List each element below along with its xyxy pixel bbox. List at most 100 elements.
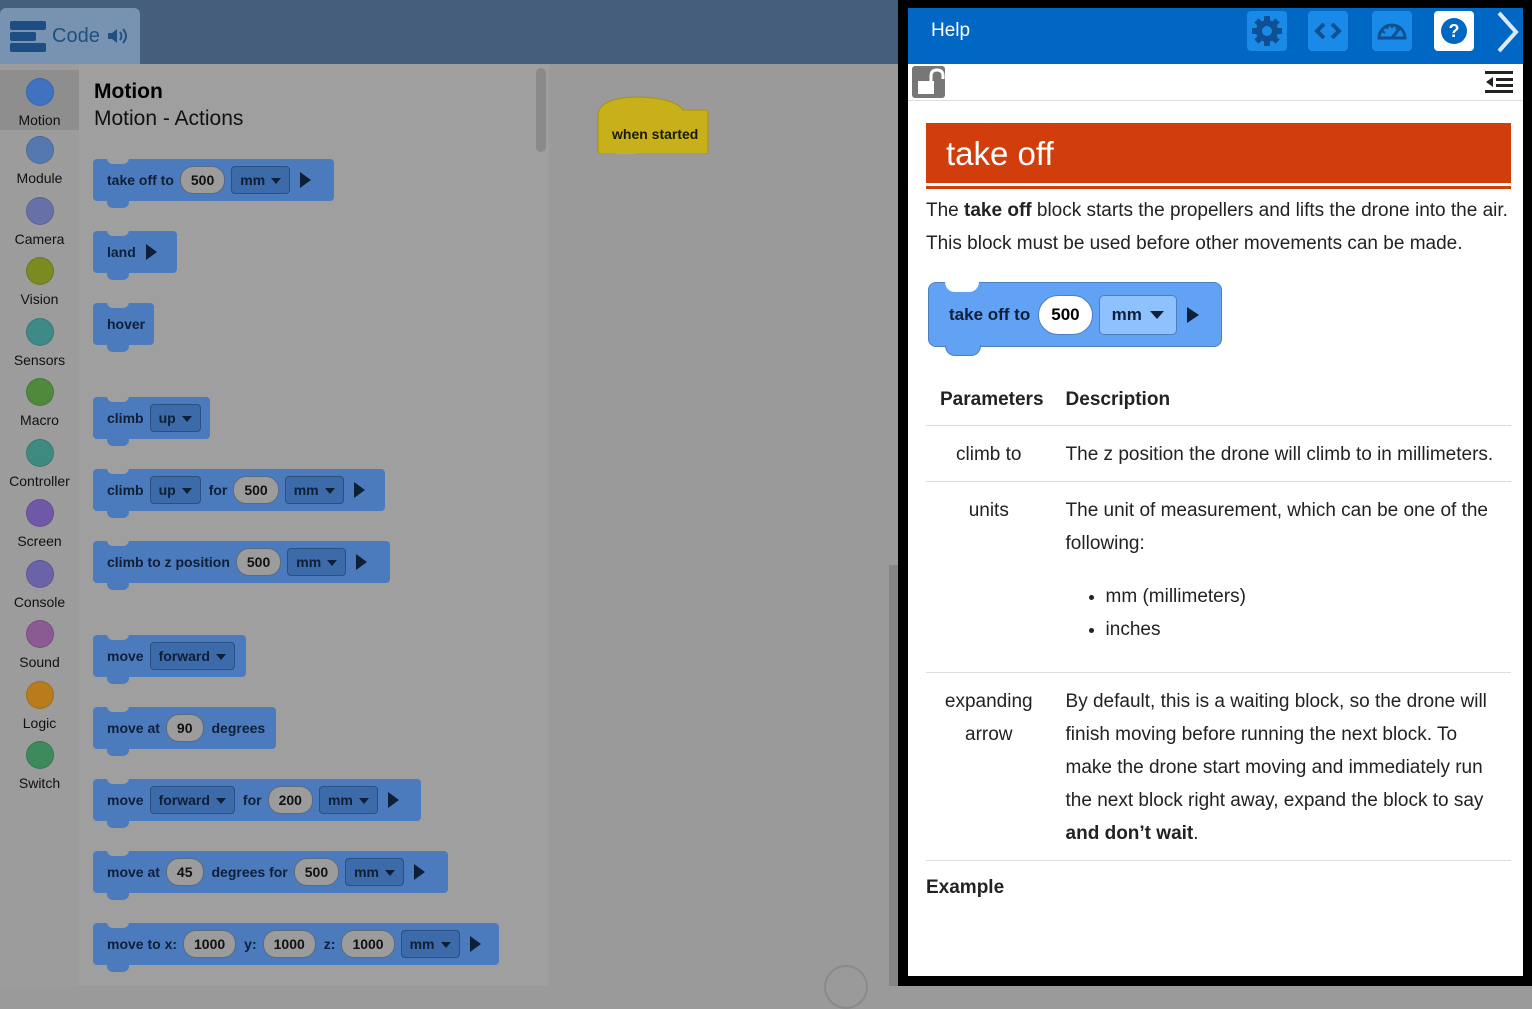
speaker-icon[interactable] <box>106 26 128 46</box>
question-icon: ? <box>1441 18 1467 44</box>
move-for-block[interactable]: move forward for 200 mm <box>93 778 421 828</box>
block-text: y: <box>244 936 257 952</box>
table-row: expanding arrow By default, this is a wa… <box>926 672 1511 861</box>
expand-arrow-icon[interactable] <box>356 554 368 570</box>
expand-arrow-icon[interactable] <box>145 244 157 260</box>
zoom-in-button[interactable] <box>824 965 868 1009</box>
move-at-for-block[interactable]: move at 45 degrees for 500 mm <box>93 850 448 900</box>
direction-dropdown[interactable]: up <box>149 404 201 432</box>
help-header: Help ? <box>908 8 1523 64</box>
category-macro[interactable]: Macro <box>0 378 79 428</box>
category-dot <box>25 257 54 285</box>
move-to-block[interactable]: move to x: 1000 y: 1000 z: 1000 mm <box>93 922 499 972</box>
code-view-button[interactable] <box>1308 11 1348 51</box>
category-module[interactable]: Module <box>0 136 79 186</box>
y-input[interactable]: 1000 <box>262 930 316 958</box>
units-dropdown[interactable]: mm <box>400 930 460 958</box>
settings-button[interactable] <box>1247 11 1287 51</box>
caret-down-icon <box>358 798 369 805</box>
direction-dropdown[interactable]: forward <box>149 642 235 670</box>
x-input[interactable]: 1000 <box>183 930 237 958</box>
help-intro: The take off block starts the propellers… <box>926 194 1511 260</box>
distance-input[interactable]: 200 <box>267 786 313 814</box>
units-dropdown[interactable]: mm <box>284 476 344 504</box>
expand-arrow-icon[interactable] <box>353 482 365 498</box>
description-header: Description <box>1051 379 1511 426</box>
distance-input[interactable]: 500 <box>233 476 279 504</box>
distance-input[interactable]: 500 <box>179 166 226 194</box>
degrees-input[interactable]: 45 <box>165 858 204 886</box>
category-label: Macro <box>20 412 59 428</box>
category-switch[interactable]: Switch <box>0 741 79 791</box>
category-logic[interactable]: Logic <box>0 681 79 731</box>
degrees-input[interactable]: 90 <box>165 714 204 742</box>
units-dropdown[interactable]: mm <box>345 858 405 886</box>
land-block[interactable]: land <box>93 230 177 280</box>
block-text: z: <box>323 936 336 952</box>
when-started-block[interactable] <box>597 96 709 154</box>
param-description-text: The unit of measurement, which can be on… <box>1065 500 1489 554</box>
dropdown-value: up <box>158 410 176 426</box>
category-controller[interactable]: Controller <box>0 439 79 489</box>
z-input[interactable]: 1000 <box>341 930 395 958</box>
dashboard-button[interactable] <box>1372 11 1412 51</box>
units-dropdown[interactable]: mm <box>318 786 378 814</box>
category-label: Vision <box>20 291 59 307</box>
unlock-button[interactable] <box>912 66 945 98</box>
climb-to-z-block[interactable]: climb to z position 500 mm <box>93 540 390 590</box>
help-title: Help <box>931 20 971 41</box>
flyout-title: Motion <box>94 80 163 103</box>
caret-down-icon <box>181 416 192 423</box>
param-name: expanding arrow <box>926 672 1052 861</box>
expand-arrow-icon[interactable] <box>469 936 481 952</box>
category-label: Sensors <box>13 352 66 368</box>
caret-down-icon <box>324 488 335 495</box>
category-label: Motion <box>18 112 61 128</box>
caret-down-icon <box>385 870 396 877</box>
code-tab[interactable]: Code <box>0 8 140 64</box>
climb-for-block[interactable]: climb up for 500 mm <box>93 468 385 518</box>
expand-arrow-icon[interactable] <box>300 172 312 188</box>
block-text: for <box>242 792 262 808</box>
dropdown-value: mm <box>293 482 319 498</box>
direction-dropdown[interactable]: up <box>149 476 201 504</box>
workspace-canvas[interactable] <box>549 64 898 986</box>
category-dot <box>25 78 54 106</box>
distance-input[interactable]: 500 <box>293 858 340 886</box>
z-position-input[interactable]: 500 <box>235 548 282 576</box>
flyout-scrollbar[interactable] <box>536 68 546 152</box>
category-sound[interactable]: Sound <box>0 620 79 670</box>
expand-arrow-icon[interactable] <box>387 792 399 808</box>
category-sensors[interactable]: Sensors <box>0 318 79 368</box>
dropdown-value: mm <box>1111 304 1142 324</box>
direction-dropdown[interactable]: forward <box>149 786 235 814</box>
category-sidebar: Motion Module Camera Vision Sensors Macr… <box>0 64 79 986</box>
workspace-scrollbar[interactable] <box>889 565 898 986</box>
collapse-menu-icon[interactable] <box>1485 70 1513 94</box>
parameters-table: Parameters Description climb to The z po… <box>926 379 1511 861</box>
dropdown-value: forward <box>158 648 210 664</box>
units-dropdown[interactable]: mm <box>287 548 347 576</box>
move-at-block[interactable]: move at 90 degrees <box>93 706 276 756</box>
code-tab-label: Code <box>52 24 100 47</box>
category-vision[interactable]: Vision <box>0 257 79 307</box>
climb-block[interactable]: climb up <box>93 396 210 446</box>
take-off-block[interactable]: take off to 500 mm <box>93 158 334 208</box>
category-motion[interactable]: Motion <box>0 70 79 130</box>
param-description: The z position the drone will climb to i… <box>1051 425 1511 482</box>
category-console[interactable]: Console <box>0 560 79 610</box>
category-label: Console <box>13 594 66 610</box>
category-screen[interactable]: Screen <box>0 499 79 549</box>
hover-block[interactable]: hover <box>93 302 154 352</box>
category-camera[interactable]: Camera <box>0 197 79 247</box>
parameters-header: Parameters <box>926 379 1052 426</box>
expand-arrow-icon[interactable] <box>414 864 426 880</box>
units-dropdown[interactable]: mm <box>231 166 291 194</box>
table-header-row: Parameters Description <box>926 379 1511 426</box>
help-button[interactable]: ? <box>1434 11 1474 51</box>
category-dot <box>25 560 54 588</box>
block-text: for <box>208 482 228 498</box>
chevron-right-icon[interactable] <box>1494 10 1520 61</box>
example-distance-input: 500 <box>1038 294 1093 335</box>
move-block[interactable]: move forward <box>93 634 246 684</box>
